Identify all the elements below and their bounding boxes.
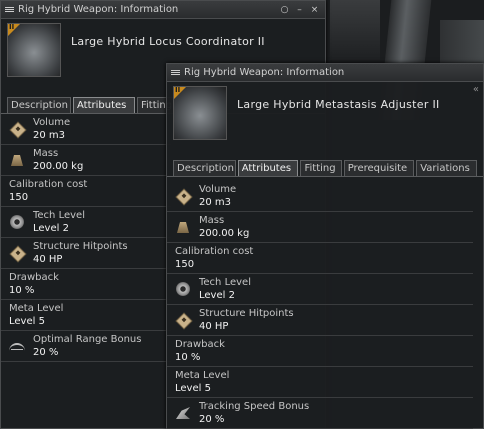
item-name: Large Hybrid Metastasis Adjuster II — [237, 98, 440, 111]
item-name: Large Hybrid Locus Coordinator II — [71, 35, 265, 48]
tab-fitting[interactable]: Fitting — [300, 160, 342, 176]
attribute-label: Mass — [33, 148, 59, 159]
attribute-value: Level 5 — [175, 383, 211, 394]
pin-icon[interactable]: ○ — [278, 4, 291, 16]
tracking-speed-icon — [175, 405, 191, 421]
attribute-row-structure-hp: Structure Hitpoints 40 HP — [1, 238, 171, 269]
cargo-box-icon — [9, 121, 27, 139]
attribute-row-mass: Mass 200.00 kg — [1, 145, 171, 176]
weight-icon — [9, 152, 25, 168]
minimize-icon[interactable]: – — [293, 4, 306, 16]
cargo-box-icon — [175, 188, 193, 206]
attribute-row-optimal-range: Optimal Range Bonus 20 % — [1, 331, 171, 362]
attribute-value: 200.00 kg — [199, 228, 250, 239]
collapse-icon[interactable]: « — [473, 84, 479, 95]
tab-attributes[interactable]: Attributes — [73, 97, 135, 113]
attribute-value: 20 % — [33, 347, 59, 358]
tech-level-badge: II — [8, 24, 20, 36]
attribute-row-calibration: Calibration cost 150 — [167, 243, 473, 274]
attribute-label: Calibration cost — [9, 179, 88, 190]
attribute-label: Drawback — [9, 272, 59, 283]
attribute-value: Level 2 — [33, 223, 69, 234]
attribute-row-meta-level: Meta Level Level 5 — [167, 367, 473, 398]
attribute-value: 40 HP — [199, 321, 229, 332]
attribute-value: Level 2 — [199, 290, 235, 301]
attribute-row-volume: Volume 20 m3 — [1, 114, 171, 145]
tab-description[interactable]: Description — [7, 97, 71, 113]
tab-bar: Description Attributes Fitting Prerequis… — [167, 158, 483, 176]
attribute-label: Optimal Range Bonus — [33, 334, 142, 345]
attribute-label: Tech Level — [33, 210, 85, 221]
attribute-value: 20 m3 — [199, 197, 232, 208]
attribute-row-structure-hp: Structure Hitpoints 40 HP — [167, 305, 473, 336]
background-structure — [330, 0, 380, 60]
window-titlebar[interactable]: Rig Hybrid Weapon: Information — [167, 64, 483, 82]
window-title: Rig Hybrid Weapon: Information — [18, 4, 179, 15]
item-header: II Large Hybrid Metastasis Adjuster II « — [167, 82, 483, 154]
attribute-value: 10 % — [175, 352, 201, 363]
attribute-label: Calibration cost — [175, 246, 254, 257]
attribute-value: 200.00 kg — [33, 161, 84, 172]
info-window-metastasis-adjuster[interactable]: Rig Hybrid Weapon: Information II Large … — [166, 63, 484, 429]
cargo-box-icon — [9, 245, 27, 263]
attribute-label: Volume — [199, 184, 237, 195]
attribute-row-volume: Volume 20 m3 — [167, 181, 473, 212]
attribute-value: 20 m3 — [33, 130, 66, 141]
attribute-row-drawback: Drawback 10 % — [167, 336, 473, 367]
attribute-label: Tracking Speed Bonus — [199, 401, 310, 412]
attribute-row-tech-level: Tech Level Level 2 — [1, 207, 171, 238]
tab-variations[interactable]: Variations — [416, 160, 477, 176]
attribute-row-calibration: Calibration cost 150 — [1, 176, 171, 207]
window-title: Rig Hybrid Weapon: Information — [184, 67, 345, 78]
window-menu-icon[interactable] — [5, 7, 14, 12]
attribute-label: Structure Hitpoints — [199, 308, 294, 319]
item-image[interactable]: II — [173, 86, 227, 140]
tech-level-badge: II — [174, 87, 186, 99]
attribute-value: 150 — [175, 259, 195, 270]
attribute-value: 40 HP — [33, 254, 63, 265]
attribute-label: Drawback — [175, 339, 225, 350]
tab-attributes[interactable]: Attributes — [237, 160, 299, 176]
attribute-row-tech-level: Tech Level Level 2 — [167, 274, 473, 305]
tech-gear-icon — [175, 281, 191, 297]
attribute-row-meta-level: Meta Level Level 5 — [1, 300, 171, 331]
tab-description[interactable]: Description — [173, 160, 236, 176]
attribute-value: 150 — [9, 192, 29, 203]
attribute-list: Volume 20 m3 Mass 200.00 kg Calibration co… — [1, 114, 171, 362]
weight-icon — [175, 219, 191, 235]
attribute-label: Structure Hitpoints — [33, 241, 128, 252]
tab-divider — [167, 176, 483, 177]
attribute-value: 10 % — [9, 285, 35, 296]
tab-prerequisite[interactable]: Prerequisite — [343, 160, 415, 176]
attribute-value: 20 % — [199, 414, 225, 425]
window-titlebar[interactable]: Rig Hybrid Weapon: Information ○ – × — [1, 1, 325, 19]
attribute-row-drawback: Drawback 10 % — [1, 269, 171, 300]
attribute-list: Volume 20 m3 Mass 200.00 kg Calibration co… — [167, 181, 473, 429]
attribute-row-tracking-speed: Tracking Speed Bonus 20 % — [167, 398, 473, 429]
window-menu-icon[interactable] — [171, 70, 180, 75]
attribute-label: Mass — [199, 215, 225, 226]
attribute-label: Meta Level — [9, 303, 64, 314]
tech-gear-icon — [9, 214, 25, 230]
close-icon[interactable]: × — [308, 4, 321, 16]
attribute-label: Tech Level — [199, 277, 251, 288]
item-image[interactable]: II — [7, 23, 61, 77]
attribute-value: Level 5 — [9, 316, 45, 327]
attribute-row-mass: Mass 200.00 kg — [167, 212, 473, 243]
optimal-range-icon — [9, 338, 25, 354]
cargo-box-icon — [175, 312, 193, 330]
attribute-label: Meta Level — [175, 370, 230, 381]
attribute-label: Volume — [33, 117, 71, 128]
